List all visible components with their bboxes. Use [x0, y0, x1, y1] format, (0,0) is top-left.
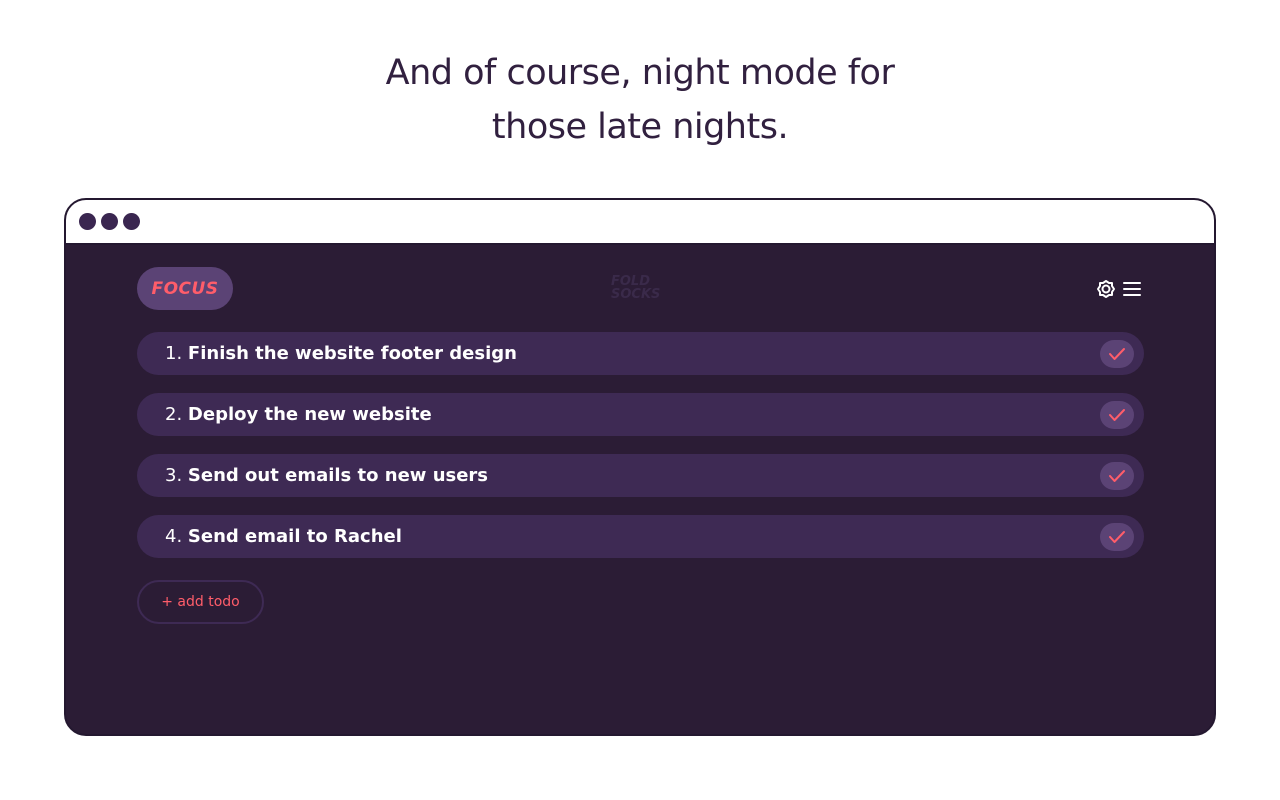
check-icon	[1109, 470, 1125, 482]
todo-list: 1. Finish the website footer design 2. D…	[137, 332, 1144, 576]
todo-text: Finish the website footer design	[187, 343, 517, 364]
headline-line-1: And of course, night mode for	[385, 53, 895, 93]
app-window: FOCUS FOLD SOCKS 1. Finish the website f…	[64, 198, 1216, 736]
todo-text: Send out emails to new users	[187, 465, 489, 486]
window-dot-1[interactable]	[79, 213, 96, 230]
complete-todo-button[interactable]	[1100, 340, 1134, 368]
window-dot-2[interactable]	[101, 213, 118, 230]
sun-icon[interactable]	[1095, 278, 1117, 300]
add-todo-button[interactable]: + add todo	[137, 580, 264, 624]
focus-app: FOCUS FOLD SOCKS 1. Finish the website f…	[66, 245, 1214, 734]
window-titlebar	[66, 200, 1214, 245]
todo-item[interactable]: 4. Send email to Rachel	[137, 515, 1144, 558]
complete-todo-button[interactable]	[1100, 523, 1134, 551]
check-icon	[1109, 531, 1125, 543]
focus-mode-button[interactable]: FOCUS	[137, 267, 233, 310]
todo-label: 1. Finish the website footer design	[165, 343, 517, 364]
check-icon	[1109, 348, 1125, 360]
todo-number: 2.	[165, 404, 183, 425]
todo-text: Send email to Rachel	[187, 526, 402, 547]
headline: And of course, night mode for those late…	[0, 46, 1280, 154]
todo-number: 3.	[165, 465, 183, 486]
todo-item[interactable]: 1. Finish the website footer design	[137, 332, 1144, 375]
complete-todo-button[interactable]	[1100, 462, 1134, 490]
headline-line-2: those late nights.	[491, 107, 789, 147]
todo-number: 1.	[165, 343, 183, 364]
todo-item[interactable]: 3. Send out emails to new users	[137, 454, 1144, 497]
todo-label: 2. Deploy the new website	[165, 404, 432, 425]
todo-text: Deploy the new website	[187, 404, 432, 425]
todo-number: 4.	[165, 526, 183, 547]
window-dot-3[interactable]	[123, 213, 140, 230]
todo-label: 4. Send email to Rachel	[165, 526, 402, 547]
foldsocks-logo: FOLD SOCKS	[611, 275, 681, 305]
logo-line-2: SOCKS	[611, 287, 661, 302]
check-icon	[1109, 409, 1125, 421]
todo-label: 3. Send out emails to new users	[165, 465, 488, 486]
todo-item[interactable]: 2. Deploy the new website	[137, 393, 1144, 436]
menu-icon[interactable]	[1121, 278, 1143, 300]
complete-todo-button[interactable]	[1100, 401, 1134, 429]
